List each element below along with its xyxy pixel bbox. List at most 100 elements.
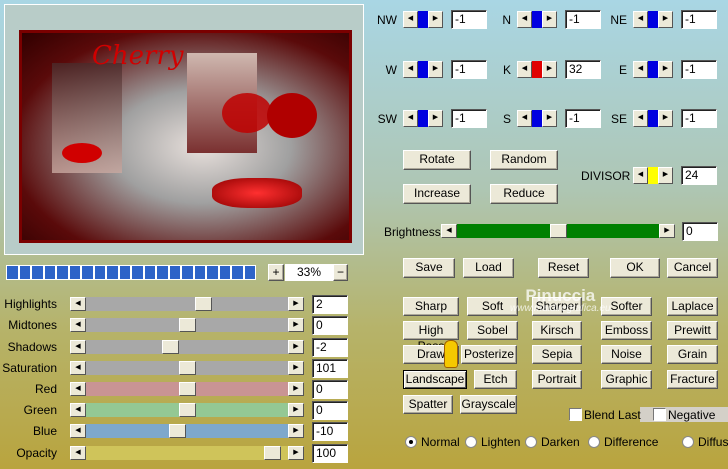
- adjust-input[interactable]: 101: [312, 359, 348, 378]
- preset-fracture-button[interactable]: Fracture: [667, 370, 718, 389]
- slider-thumb[interactable]: [648, 61, 658, 78]
- left-arrow-icon[interactable]: ◀: [70, 297, 86, 311]
- adjust-input[interactable]: -10: [312, 422, 348, 441]
- brightness-slider[interactable]: ◀ ▶: [441, 224, 675, 238]
- left-arrow-icon[interactable]: ◀: [633, 61, 648, 78]
- random-button[interactable]: Random: [490, 150, 558, 170]
- preset-etch-button[interactable]: Etch: [474, 370, 517, 389]
- slider-thumb[interactable]: [195, 297, 213, 311]
- divisor-input[interactable]: 24: [681, 166, 717, 185]
- left-arrow-icon[interactable]: ◀: [403, 110, 418, 127]
- slider-thumb[interactable]: [648, 11, 658, 28]
- divisor-thumb[interactable]: [648, 167, 658, 184]
- load-button[interactable]: Load: [463, 258, 514, 278]
- left-arrow-icon[interactable]: ◀: [70, 424, 86, 438]
- slider-track[interactable]: [86, 297, 288, 311]
- adjust-slider-opacity[interactable]: ◀ ▶: [70, 446, 304, 460]
- right-arrow-icon[interactable]: ▶: [542, 61, 557, 78]
- left-arrow-icon[interactable]: ◀: [633, 167, 648, 184]
- right-arrow-icon[interactable]: ▶: [288, 361, 304, 375]
- preset-spatter-button[interactable]: Spatter: [403, 395, 453, 414]
- preset-laplace-button[interactable]: Laplace: [667, 297, 718, 316]
- preset-graphic-button[interactable]: Graphic: [601, 370, 652, 389]
- preset-portrait-button[interactable]: Portrait: [532, 370, 582, 389]
- slider-thumb[interactable]: [532, 61, 542, 78]
- preset-prewitt-button[interactable]: Prewitt: [667, 321, 718, 340]
- blend-last-checkbox[interactable]: [569, 408, 582, 421]
- kernel-slider-w[interactable]: ◀ ▶: [403, 61, 443, 78]
- ok-button[interactable]: OK: [610, 258, 660, 278]
- slider-thumb[interactable]: [418, 11, 428, 28]
- adjust-slider-red[interactable]: ◀ ▶: [70, 382, 304, 396]
- cancel-button[interactable]: Cancel: [667, 258, 718, 278]
- preset-high-pass-button[interactable]: High Pass: [403, 321, 459, 353]
- slider-thumb[interactable]: [161, 340, 179, 354]
- kernel-slider-se[interactable]: ◀ ▶: [633, 110, 673, 127]
- kernel-input[interactable]: -1: [681, 109, 717, 128]
- kernel-slider-k[interactable]: ◀ ▶: [517, 61, 557, 78]
- left-arrow-icon[interactable]: ◀: [633, 11, 648, 28]
- adjust-input[interactable]: -2: [312, 338, 348, 357]
- right-arrow-icon[interactable]: ▶: [288, 446, 304, 460]
- left-arrow-icon[interactable]: ◀: [403, 61, 418, 78]
- kernel-input[interactable]: 32: [565, 60, 601, 79]
- negative-checkbox[interactable]: [653, 408, 666, 421]
- divisor-slider[interactable]: ◀ ▶: [633, 167, 673, 184]
- slider-track[interactable]: [86, 424, 288, 438]
- mode-normal-radio[interactable]: [405, 436, 417, 448]
- left-arrow-icon[interactable]: ◀: [517, 110, 532, 127]
- left-arrow-icon[interactable]: ◀: [517, 11, 532, 28]
- kernel-input[interactable]: -1: [681, 10, 717, 29]
- adjust-slider-shadows[interactable]: ◀ ▶: [70, 340, 304, 354]
- slider-thumb[interactable]: [178, 403, 196, 417]
- slider-thumb[interactable]: [178, 361, 196, 375]
- left-arrow-icon[interactable]: ◀: [517, 61, 532, 78]
- kernel-slider-e[interactable]: ◀ ▶: [633, 61, 673, 78]
- left-arrow-icon[interactable]: ◀: [70, 382, 86, 396]
- brightness-thumb[interactable]: [549, 224, 567, 238]
- right-arrow-icon[interactable]: ▶: [542, 110, 557, 127]
- adjust-input[interactable]: 0: [312, 401, 348, 420]
- adjust-input[interactable]: 2: [312, 295, 348, 314]
- slider-thumb[interactable]: [169, 424, 187, 438]
- slider-track[interactable]: [86, 340, 288, 354]
- adjust-slider-highlights[interactable]: ◀ ▶: [70, 297, 304, 311]
- left-arrow-icon[interactable]: ◀: [70, 361, 86, 375]
- kernel-slider-nw[interactable]: ◀ ▶: [403, 11, 443, 28]
- kernel-slider-sw[interactable]: ◀ ▶: [403, 110, 443, 127]
- left-arrow-icon[interactable]: ◀: [70, 446, 86, 460]
- zoom-out-button[interactable]: −: [333, 264, 348, 281]
- preset-sepia-button[interactable]: Sepia: [532, 345, 582, 364]
- preset-noise-button[interactable]: Noise: [601, 345, 652, 364]
- right-arrow-icon[interactable]: ▶: [288, 340, 304, 354]
- reset-button[interactable]: Reset: [538, 258, 589, 278]
- adjust-slider-midtones[interactable]: ◀ ▶: [70, 318, 304, 332]
- right-arrow-icon[interactable]: ▶: [288, 382, 304, 396]
- left-arrow-icon[interactable]: ◀: [70, 403, 86, 417]
- brightness-input[interactable]: 0: [682, 222, 718, 241]
- slider-track[interactable]: [86, 446, 288, 460]
- increase-button[interactable]: Increase: [403, 184, 471, 204]
- kernel-input[interactable]: -1: [565, 10, 601, 29]
- save-button[interactable]: Save: [403, 258, 455, 278]
- slider-thumb[interactable]: [418, 110, 428, 127]
- right-arrow-icon[interactable]: ▶: [659, 224, 675, 238]
- reduce-button[interactable]: Reduce: [490, 184, 558, 204]
- kernel-input[interactable]: -1: [451, 109, 487, 128]
- left-arrow-icon[interactable]: ◀: [633, 110, 648, 127]
- slider-thumb[interactable]: [532, 110, 542, 127]
- mode-difference-radio[interactable]: [588, 436, 600, 448]
- slider-thumb[interactable]: [532, 11, 542, 28]
- kernel-input[interactable]: -1: [681, 60, 717, 79]
- adjust-slider-saturation[interactable]: ◀ ▶: [70, 361, 304, 375]
- kernel-input[interactable]: -1: [565, 109, 601, 128]
- left-arrow-icon[interactable]: ◀: [441, 224, 457, 238]
- right-arrow-icon[interactable]: ▶: [288, 424, 304, 438]
- kernel-slider-n[interactable]: ◀ ▶: [517, 11, 557, 28]
- zoom-in-button[interactable]: +: [268, 264, 284, 281]
- adjust-input[interactable]: 0: [312, 380, 348, 399]
- preset-sobel-button[interactable]: Sobel: [467, 321, 518, 340]
- right-arrow-icon[interactable]: ▶: [288, 403, 304, 417]
- right-arrow-icon[interactable]: ▶: [542, 11, 557, 28]
- right-arrow-icon[interactable]: ▶: [658, 11, 673, 28]
